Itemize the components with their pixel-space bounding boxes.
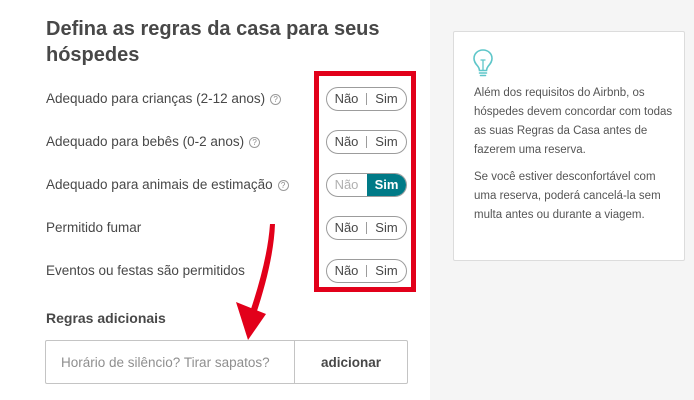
help-icon[interactable]: ?: [270, 94, 282, 105]
rule-label: Permitido fumar: [46, 220, 142, 235]
arrow-head: [236, 302, 266, 340]
lightbulb-icon: [473, 49, 493, 77]
highlight-box: [314, 71, 416, 292]
add-rule-button[interactable]: adicionar: [294, 340, 408, 384]
info-paragraph-1: Além dos requisitos do Airbnb, os hósped…: [474, 87, 673, 156]
page-title: Defina as regras da casa para seus hóspe…: [46, 18, 380, 66]
rule-label: Adequado para bebês (0-2 anos)?: [46, 134, 261, 149]
help-icon[interactable]: ?: [249, 137, 261, 148]
additional-rules-label: Regras adicionais: [46, 310, 166, 326]
rule-label: Eventos ou festas são permitidos: [46, 263, 245, 278]
annotation-arrow-icon: [236, 224, 275, 340]
rule-label: Adequado para crianças (2-12 anos)?: [46, 91, 282, 106]
info-card: Além dos requisitos do Airbnb, os hósped…: [453, 31, 685, 261]
info-paragraph-2: Se você estiver desconfortável com uma r…: [474, 171, 661, 221]
rule-label: Adequado para animais de estimação?: [46, 177, 289, 192]
additional-rule-input[interactable]: [45, 340, 295, 384]
arrow-shaft: [250, 224, 275, 314]
help-icon[interactable]: ?: [277, 180, 289, 191]
